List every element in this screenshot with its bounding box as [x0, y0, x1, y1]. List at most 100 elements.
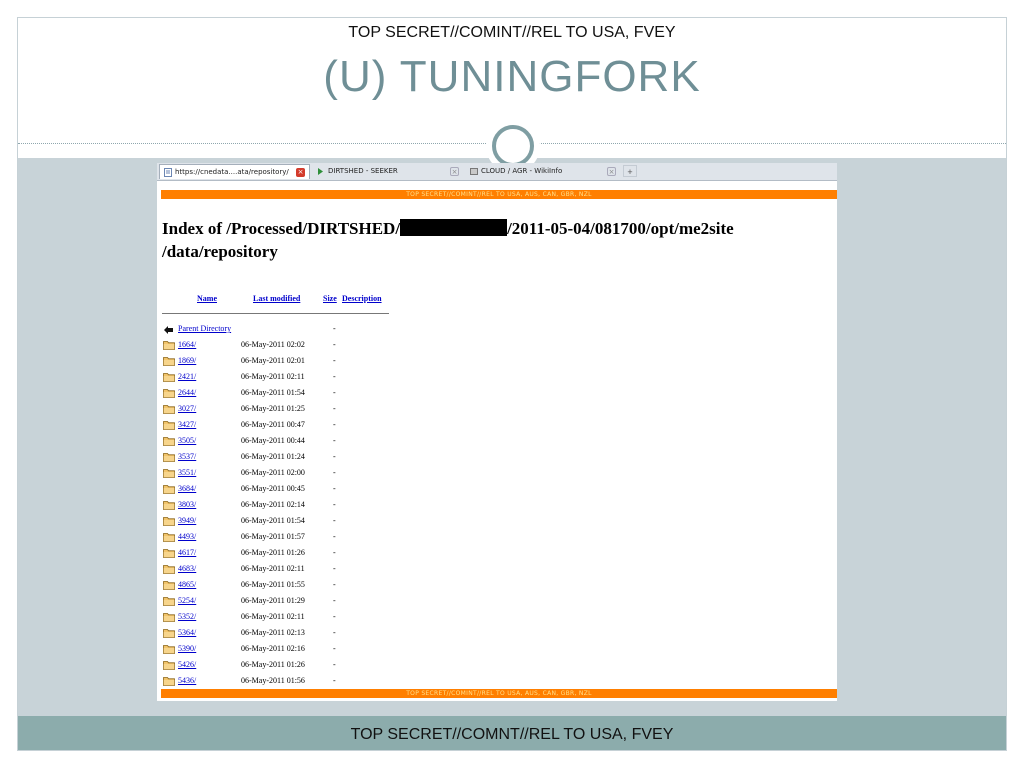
parent-directory-row: Parent Directory -	[163, 321, 423, 337]
last-modified: 06-May-2011 02:02	[241, 340, 305, 349]
file-size: -	[333, 436, 336, 445]
folder-icon	[163, 421, 175, 430]
table-row: 5364/06-May-2011 02:13 -	[163, 625, 423, 641]
folder-link[interactable]: 3027/	[178, 401, 196, 417]
close-icon[interactable]: ×	[296, 168, 305, 177]
last-modified: 06-May-2011 02:11	[241, 612, 305, 621]
page-heading: Index of /Processed/DIRTSHED/ /2011-05-04…	[162, 217, 822, 263]
table-row: 2644/06-May-2011 01:54 -	[163, 385, 423, 401]
table-row: 1869/06-May-2011 02:01 -	[163, 353, 423, 369]
folder-link[interactable]: 5436/	[178, 673, 196, 689]
folder-link[interactable]: 4683/	[178, 561, 196, 577]
folder-link[interactable]: 2421/	[178, 369, 196, 385]
column-header-size[interactable]: Size	[323, 294, 337, 303]
file-size: -	[333, 564, 336, 573]
folder-link[interactable]: 5390/	[178, 641, 196, 657]
slide-footer: TOP SECRET//COMNT//REL TO USA, FVEY	[18, 716, 1006, 750]
file-size: -	[333, 452, 336, 461]
file-size: -	[333, 388, 336, 397]
folder-link[interactable]: 3949/	[178, 513, 196, 529]
file-size: -	[333, 660, 336, 669]
folder-link[interactable]: 4865/	[178, 577, 196, 593]
table-row: 4617/06-May-2011 01:26 -	[163, 545, 423, 561]
table-row: 3505/06-May-2011 00:44 -	[163, 433, 423, 449]
column-header-name[interactable]: Name	[197, 294, 217, 303]
last-modified: 06-May-2011 00:47	[241, 420, 305, 429]
classification-bottom: TOP SECRET//COMNT//REL TO USA, FVEY	[350, 726, 674, 743]
folder-icon	[163, 501, 175, 510]
last-modified: 06-May-2011 01:24	[241, 452, 305, 461]
file-size: -	[333, 404, 336, 413]
folder-link[interactable]: 3427/	[178, 417, 196, 433]
header-rule	[162, 313, 389, 314]
file-size: -	[333, 484, 336, 493]
parent-size: -	[333, 324, 336, 333]
folder-link[interactable]: 4493/	[178, 529, 196, 545]
last-modified: 06-May-2011 02:00	[241, 468, 305, 477]
folder-link[interactable]: 5352/	[178, 609, 196, 625]
file-size: -	[333, 372, 336, 381]
heading-text-line2: /data/repository	[162, 242, 278, 261]
folder-icon	[163, 373, 175, 382]
folder-icon	[163, 677, 175, 686]
folder-link[interactable]: 3551/	[178, 465, 196, 481]
folder-link[interactable]: 2644/	[178, 385, 196, 401]
folder-link[interactable]: 4617/	[178, 545, 196, 561]
table-row: 3949/06-May-2011 01:54 -	[163, 513, 423, 529]
tab-cloud-wikiinfo[interactable]: CLOUD / AGR - WikiInfo ×	[466, 164, 620, 179]
browser-screenshot: https://cnedata....ata/repository/ × DIR…	[157, 163, 837, 701]
tab-label: DIRTSHED - SEEKER	[328, 167, 398, 175]
table-row: 3427/06-May-2011 00:47 -	[163, 417, 423, 433]
folder-link[interactable]: 5364/	[178, 625, 196, 641]
last-modified: 06-May-2011 01:26	[241, 548, 305, 557]
file-size: -	[333, 532, 336, 541]
column-header-last-modified[interactable]: Last modified	[253, 294, 300, 303]
last-modified: 06-May-2011 01:29	[241, 596, 305, 605]
redaction-block	[400, 219, 508, 236]
folder-icon	[163, 405, 175, 414]
close-icon[interactable]: ×	[450, 167, 459, 176]
column-header-description[interactable]: Description	[342, 294, 382, 303]
last-modified: 06-May-2011 02:11	[241, 564, 305, 573]
table-row: 2421/06-May-2011 02:11 -	[163, 369, 423, 385]
table-row: 3551/06-May-2011 02:00 -	[163, 465, 423, 481]
table-row: 1664/06-May-2011 02:02 -	[163, 337, 423, 353]
parent-directory-link[interactable]: Parent Directory	[178, 321, 231, 337]
last-modified: 06-May-2011 02:11	[241, 372, 305, 381]
folder-icon	[163, 613, 175, 622]
file-size: -	[333, 468, 336, 477]
last-modified: 06-May-2011 00:44	[241, 436, 305, 445]
folder-icon	[163, 485, 175, 494]
folder-icon	[163, 517, 175, 526]
new-tab-button[interactable]: +	[623, 165, 637, 177]
folder-icon	[163, 565, 175, 574]
heading-text-end: /2011-05-04/081700/opt/me2site	[507, 219, 734, 238]
tab-repository[interactable]: https://cnedata....ata/repository/ ×	[159, 164, 310, 179]
folder-link[interactable]: 3803/	[178, 497, 196, 513]
tab-dirtshed-seeker[interactable]: DIRTSHED - SEEKER ×	[313, 164, 463, 179]
folder-icon	[163, 437, 175, 446]
last-modified: 06-May-2011 01:25	[241, 404, 305, 413]
folder-icon	[163, 549, 175, 558]
tab-label: CLOUD / AGR - WikiInfo	[481, 167, 563, 175]
table-row: 5352/06-May-2011 02:11 -	[163, 609, 423, 625]
folder-link[interactable]: 5426/	[178, 657, 196, 673]
folder-icon	[163, 357, 175, 366]
slide-title: (U) TUNINGFORK	[323, 52, 701, 101]
folder-link[interactable]: 1664/	[178, 337, 196, 353]
folder-icon	[163, 581, 175, 590]
last-modified: 06-May-2011 01:26	[241, 660, 305, 669]
arrow-icon	[318, 168, 323, 175]
folder-link[interactable]: 3505/	[178, 433, 196, 449]
folder-link[interactable]: 3684/	[178, 481, 196, 497]
close-icon[interactable]: ×	[607, 167, 616, 176]
folder-link[interactable]: 5254/	[178, 593, 196, 609]
file-size: -	[333, 340, 336, 349]
file-size: -	[333, 644, 336, 653]
folder-icon	[163, 533, 175, 542]
folder-link[interactable]: 1869/	[178, 353, 196, 369]
last-modified: 06-May-2011 00:45	[241, 484, 305, 493]
file-size: -	[333, 548, 336, 557]
last-modified: 06-May-2011 01:54	[241, 516, 305, 525]
folder-link[interactable]: 3537/	[178, 449, 196, 465]
